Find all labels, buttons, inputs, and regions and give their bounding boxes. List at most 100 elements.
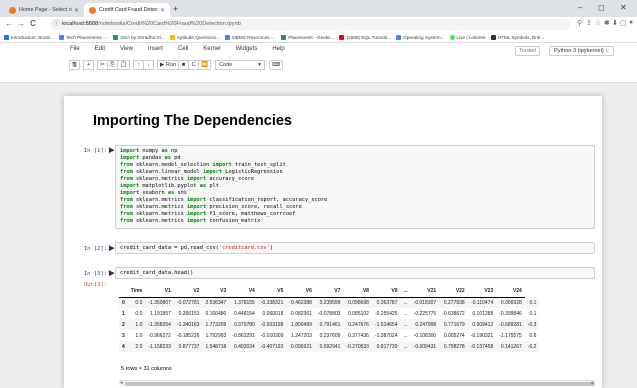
command-palette-button[interactable]: ⌨ (269, 60, 284, 70)
menu-edit[interactable]: Edit (95, 46, 105, 52)
bookmark-item[interactable]: Introduction: Boots... (4, 34, 54, 40)
scroll-left-icon[interactable]: ◂ (120, 380, 123, 386)
table-cell: 0.141267 (500, 343, 522, 350)
profile-avatar[interactable]: ● (629, 19, 633, 26)
bookmark-item[interactable]: Operating System... (396, 34, 445, 40)
column-header: ... (400, 286, 411, 298)
browser-tab-bar: Home Page - Select or create a n ✕ Credi… (0, 0, 637, 17)
download-icon[interactable]: ⬇ (612, 19, 618, 27)
code-keyword: import (186, 197, 207, 203)
cell-run-indicator[interactable]: ▶ (109, 146, 114, 154)
dataframe-output: Time V1 V2 V3 V4 V5 V6 V7 V8 V9... V21 V22 V23 V24 00… (119, 286, 597, 352)
close-window-button[interactable]: ✕ (620, 3, 627, 12)
horizontal-scrollbar[interactable]: ◂ ▸ (119, 380, 595, 386)
bookmark-item[interactable]: DSA by Shradha Di... (113, 34, 165, 40)
paste-button[interactable]: 📋 (117, 60, 130, 70)
youtube-icon (339, 34, 345, 40)
menu-kernel[interactable]: Kernel (203, 46, 220, 52)
table-cell: 1.191857 (150, 310, 171, 317)
menu-widgets[interactable]: Widgets (236, 46, 258, 52)
column-header: V7 (314, 286, 344, 298)
bookmark-icon (490, 34, 496, 40)
scrollbar-thumb[interactable] (125, 382, 595, 386)
code-cell[interactable]: credit_card_data = pd.read_csv('creditca… (115, 242, 595, 254)
markdown-heading: Importing The Dependencies (93, 113, 292, 129)
move-down-button[interactable]: ↓ (142, 60, 154, 70)
cell-run-indicator[interactable]: ▶ (109, 269, 114, 277)
bookmark-item[interactable]: Placements - Geeks... (281, 34, 334, 40)
code-keyword: from (120, 169, 133, 175)
table-cell: -0.010309 (260, 332, 284, 339)
reload-button[interactable]: C (30, 19, 36, 28)
info-icon[interactable]: ⓘ (54, 19, 60, 30)
forward-button[interactable]: → (17, 19, 25, 28)
tab-label: Home Page - Select or create a n (19, 7, 72, 13)
code-keyword: import (120, 155, 140, 161)
dataframe-shape: 5 rows × 31 columns (121, 366, 172, 372)
table-cell: 1.548718 (205, 343, 227, 350)
bookmark-item[interactable]: (2568) SQL Tutorial... (339, 34, 391, 40)
table-cell: -0.503198 (260, 321, 284, 328)
cell-type-select[interactable]: Code ▾ (215, 60, 266, 70)
back-button[interactable]: ← (5, 19, 13, 28)
restore-button[interactable]: ◻ (598, 3, 605, 12)
menu-insert[interactable]: Insert (148, 46, 163, 52)
bookmark-icon (4, 34, 9, 40)
column-header: V3 (202, 286, 230, 298)
menu-view[interactable]: View (120, 46, 133, 52)
trusted-badge[interactable]: Trusted (515, 46, 540, 56)
bookmarks-bar: Introduction: Boots... Tech Placements -… (0, 32, 637, 43)
sidepanel-icon[interactable]: ▢ (620, 19, 627, 27)
table-cell: 0.066928 (500, 299, 522, 306)
code-cell[interactable]: credit_card_data.head() (115, 267, 595, 279)
share-icon[interactable]: ⇪ (586, 19, 592, 27)
url-input[interactable]: ⓘ localhost:8888/notebooks/Credit%20Card… (50, 19, 570, 30)
code-keyword: import (212, 162, 232, 168)
save-button[interactable]: 🖫 (69, 60, 80, 70)
menu-help[interactable]: Help (272, 46, 284, 52)
table-cell: 0.095921 (291, 343, 312, 350)
code-keyword: import (120, 183, 140, 189)
run-button[interactable]: ▶ Run (156, 60, 180, 70)
zoom-icon[interactable]: ⚲ (577, 19, 582, 27)
table-cell: ... (403, 343, 408, 350)
cell-run-indicator[interactable]: ▶ (109, 244, 114, 252)
bookmark-label: Aptitude Questions... (176, 34, 221, 40)
extensions-icon[interactable]: ✱ (604, 19, 610, 27)
restart-run-all-button[interactable]: ⏩ (198, 60, 212, 70)
table-cell: 0.363787 (376, 299, 398, 306)
scroll-right-icon[interactable]: ▸ (591, 380, 594, 386)
add-cell-button[interactable]: + (83, 60, 94, 70)
bookmark-item[interactable]: HTML Symbols, Enti... (490, 34, 544, 40)
code-text: confusion_matrix (206, 218, 261, 224)
column-header: V6 (286, 286, 315, 298)
code-keyword: import (120, 148, 140, 154)
table-cell: 0.247998 (415, 321, 437, 328)
code-text: plt (206, 183, 219, 189)
menu-file[interactable]: File (70, 46, 80, 52)
column-header: V22 (439, 286, 468, 298)
new-tab-button[interactable]: + (173, 4, 178, 14)
close-icon[interactable]: ✕ (74, 7, 79, 14)
tab-credit-card-notebook[interactable]: Credit Card Fraud Detection - Ju ✕ (84, 3, 170, 17)
bookmark-item[interactable]: Aptitude Questions... (169, 34, 221, 40)
table-cell: -0.072781 (176, 299, 200, 306)
bookmark-star-icon[interactable]: ☆ (595, 19, 601, 27)
table-cell: ... (403, 310, 408, 317)
bookmark-item[interactable]: Tech Placements -... (59, 34, 108, 40)
tab-home-page[interactable]: Home Page - Select or create a n ✕ (4, 3, 84, 17)
close-icon[interactable]: ✕ (160, 7, 165, 14)
table-cell: -0.190321 (470, 332, 494, 339)
bookmark-item[interactable]: DBMS Resources -... (225, 34, 276, 40)
menu-bar: File Edit View Insert Cell Kernel Widget… (70, 46, 300, 52)
minimize-button[interactable]: – (578, 3, 582, 12)
code-cell[interactable]: import numpy as np import pandas as pd fro… (115, 145, 595, 229)
cell-type-value: Code (219, 62, 233, 68)
code-line: from sklearn.metrics import confusion_ma… (120, 218, 590, 225)
bookmark-item[interactable]: Live | Linktree (449, 34, 486, 40)
menu-cell[interactable]: Cell (178, 46, 188, 52)
code-text: ) (269, 245, 274, 251)
table-row: 4 2.0 -1.158233 0.877737 1.548718 0.403034 -0.… (119, 341, 540, 352)
table-cell: -1.387024 (374, 332, 398, 339)
table-cell: -0.339846 (499, 310, 522, 317)
